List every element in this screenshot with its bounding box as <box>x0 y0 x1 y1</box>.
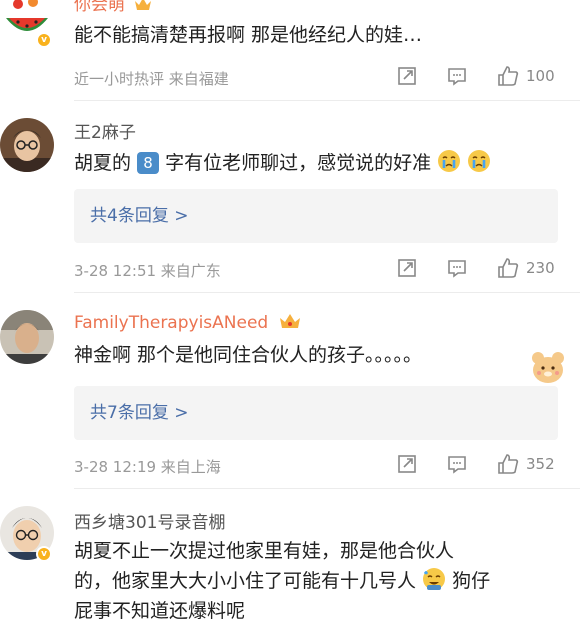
like-count: 230 <box>526 259 555 277</box>
thumbs-up-icon <box>498 66 519 86</box>
share-button[interactable] <box>396 453 418 475</box>
replies-link[interactable]: 共7条回复 > <box>74 386 558 440</box>
avatar[interactable] <box>0 310 54 364</box>
share-button[interactable] <box>396 65 418 87</box>
text-segment: 狗仔 <box>452 570 491 592</box>
text-segment: 字有位老师聊过，感觉说的好准 <box>165 152 432 174</box>
like-button[interactable]: 100 <box>496 64 555 88</box>
verified-icon: v <box>36 546 52 562</box>
text-segment: 胡夏的 <box>74 152 132 174</box>
share-icon <box>398 455 416 473</box>
share-button[interactable] <box>396 257 418 279</box>
comment-meta: 近一小时热评 来自福建 <box>74 70 229 88</box>
crying-emoji-icon <box>438 150 461 172</box>
comment-text: 胡夏的 8 字有位老师聊过，感觉说的好准 <box>74 148 491 178</box>
sweat-smile-emoji-icon <box>423 568 446 590</box>
comment-text: 能不能搞清楚再报啊 那是他经纪人的娃… <box>74 24 423 46</box>
username[interactable]: 你会萌 <box>74 0 152 15</box>
comment-meta: 3-28 12:19 来自上海 <box>74 458 221 476</box>
replies-link[interactable]: 共4条回复 > <box>74 189 558 243</box>
comment-button[interactable] <box>446 257 468 279</box>
glasses-man-avatar-icon <box>0 118 54 172</box>
like-count: 352 <box>526 455 555 473</box>
comment-meta: 3-28 12:51 来自广东 <box>74 262 221 280</box>
username[interactable]: FamilyTherapyisANeed <box>74 312 302 333</box>
comment-icon <box>448 68 466 86</box>
username[interactable]: 西乡塘301号录音棚 <box>74 508 225 533</box>
avatar[interactable] <box>0 118 54 172</box>
comment-button[interactable] <box>446 65 468 87</box>
verified-icon: v <box>36 32 52 48</box>
like-count: 100 <box>526 67 555 85</box>
share-icon <box>398 67 416 85</box>
comment-button[interactable] <box>446 453 468 475</box>
thumbs-up-icon <box>498 454 519 474</box>
action-bar: 230 <box>396 256 555 280</box>
text-line: 的，他家里大大小小住了可能有十几号人 狗仔 <box>74 566 574 596</box>
number-badge: 8 <box>137 152 160 174</box>
comment-icon <box>448 260 466 278</box>
like-button[interactable]: 352 <box>496 452 555 476</box>
share-icon <box>398 259 416 277</box>
divider <box>74 100 580 101</box>
divider <box>74 292 580 293</box>
action-bar: 352 <box>396 452 555 476</box>
man-avatar-icon <box>0 310 54 364</box>
crown-icon <box>135 0 152 10</box>
comment-icon <box>448 456 466 474</box>
text-line: 屁事不知道还爆料呢 <box>74 600 246 622</box>
crying-emoji-icon <box>468 150 491 172</box>
action-bar: 100 <box>396 64 555 88</box>
username[interactable]: 王2麻子 <box>74 118 136 143</box>
divider <box>74 488 580 489</box>
comment-text: 神金啊 那个是他同住合伙人的孩子。。。。。 <box>74 344 423 366</box>
like-button[interactable]: 230 <box>496 256 555 280</box>
bear-sticker-icon <box>532 352 564 383</box>
crown-icon <box>279 314 300 328</box>
text-line: 胡夏不止一次提过他家里有娃，那是他合伙人 <box>74 540 455 562</box>
thumbs-up-icon <box>498 258 519 278</box>
text-segment: 的，他家里大大小小住了可能有十几号人 <box>74 570 417 592</box>
comment-text: 胡夏不止一次提过他家里有娃，那是他合伙人 的，他家里大大小小住了可能有十几号人 … <box>74 536 574 626</box>
